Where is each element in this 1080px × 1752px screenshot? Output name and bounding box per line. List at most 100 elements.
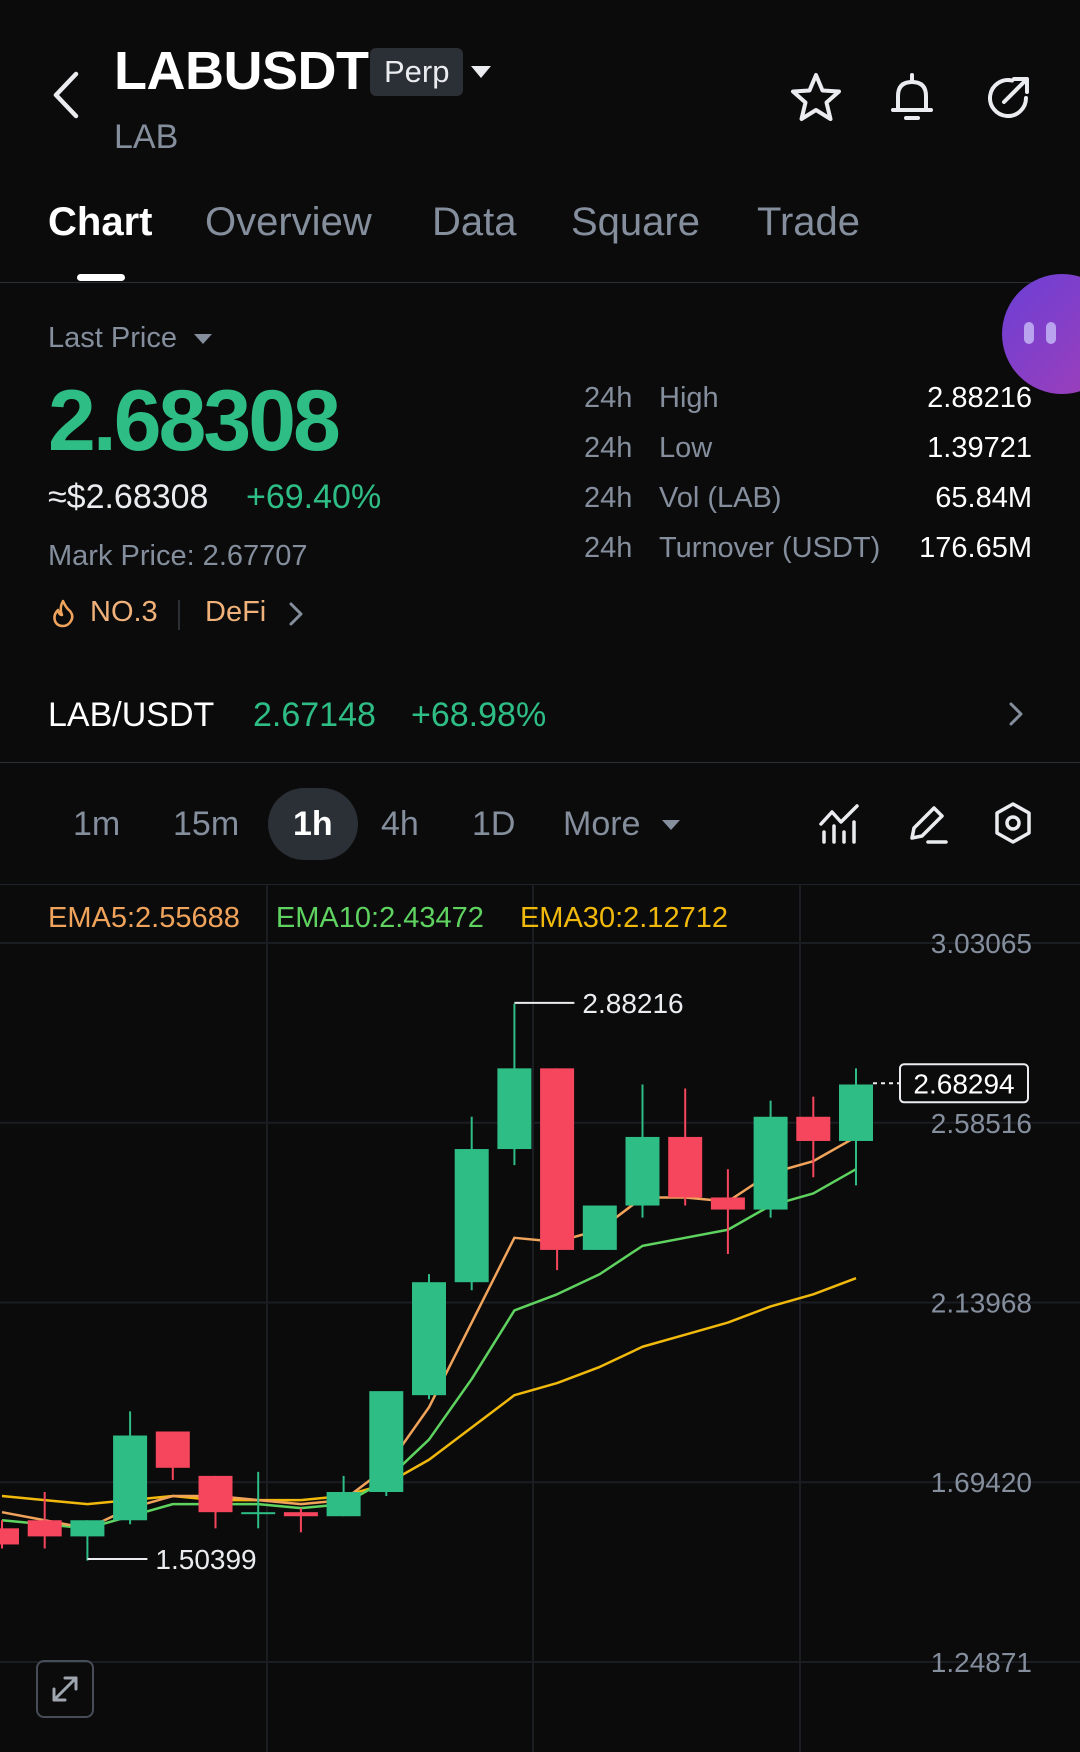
candle-body: [839, 1084, 873, 1141]
stat-label: Vol (LAB): [659, 482, 782, 514]
mark-price: Mark Price: 2.67707: [48, 540, 308, 572]
candle-body: [70, 1520, 105, 1537]
divider: [0, 762, 1080, 763]
caret-down-icon: [194, 334, 213, 345]
high-marker-label: 2.88216: [582, 988, 683, 1019]
stat-value: 2.88216: [927, 382, 1032, 414]
stat-label: High: [659, 382, 719, 414]
tab-chart[interactable]: Chart: [48, 200, 152, 245]
share-icon[interactable]: [980, 70, 1036, 126]
candle-body: [796, 1116, 831, 1141]
ema10-label: EMA10:2.43472: [275, 902, 484, 934]
ema-legend[interactable]: EMA5:2.55688 EMA10:2.43472 EMA30:2.12712: [48, 902, 728, 935]
chart-grid: [266, 885, 801, 1752]
stat-period: 24h: [584, 532, 633, 564]
ema30-label: EMA30:2.12712: [519, 902, 728, 934]
fullscreen-button[interactable]: [36, 1660, 94, 1718]
stat-row-low: 24h Low 1.39721: [584, 432, 1032, 472]
stat-value: 65.84M: [935, 482, 1032, 514]
pencil-icon[interactable]: [904, 800, 950, 846]
interval-1m[interactable]: 1m: [73, 805, 120, 844]
candle-body: [369, 1391, 404, 1493]
stat-row-volume: 24h Vol (LAB) 65.84M: [584, 482, 1032, 522]
interval-15m[interactable]: 15m: [173, 805, 239, 844]
candle-body: [412, 1282, 446, 1396]
candles: [0, 1003, 873, 1561]
price-type-label: Last Price: [48, 322, 177, 354]
candle-body: [625, 1136, 660, 1206]
y-tick-label: 1.24871: [931, 1647, 1032, 1678]
active-tab-indicator: [77, 274, 125, 281]
assistant-icon: [1024, 322, 1056, 344]
tab-overview[interactable]: Overview: [205, 200, 372, 245]
candle-body: [198, 1475, 233, 1513]
candle-body: [710, 1197, 745, 1210]
interval-4h[interactable]: 4h: [381, 805, 419, 844]
candle-body: [540, 1068, 575, 1250]
stat-row-high: 24h High 2.88216: [584, 382, 1032, 422]
rank-tag[interactable]: NO.3: [90, 596, 158, 629]
stat-period: 24h: [584, 482, 633, 514]
symbol-title[interactable]: LABUSDT: [114, 40, 369, 102]
candle-body: [155, 1431, 190, 1468]
y-axis: 3.03065 2.58516 2.13968 1.69420 1.24871: [931, 928, 1032, 1678]
candle-body: [113, 1435, 148, 1521]
stat-row-turnover: 24h Turnover (USDT) 176.65M: [584, 532, 1032, 572]
y-tick-label: 1.69420: [931, 1467, 1032, 1498]
tab-data[interactable]: Data: [432, 200, 517, 245]
usd-price: ≈$2.68308: [48, 478, 209, 516]
stat-label: Low: [659, 432, 713, 464]
fire-icon: [50, 598, 76, 633]
price-change-percent: +69.40%: [246, 478, 382, 516]
stat-value: 176.65M: [919, 532, 1032, 564]
y-tick-label: 2.13968: [931, 1288, 1032, 1319]
spot-price: 2.67148: [253, 696, 376, 734]
divider: [0, 282, 1080, 283]
candle-body: [497, 1068, 532, 1150]
interval-1d[interactable]: 1D: [472, 805, 515, 844]
sector-tag[interactable]: DeFi: [205, 596, 266, 629]
candle-body: [283, 1512, 318, 1517]
indicator-icon[interactable]: [817, 800, 863, 846]
settings-icon[interactable]: [990, 800, 1036, 846]
candle-body: [326, 1492, 361, 1517]
stat-period: 24h: [584, 382, 633, 414]
candle-body: [241, 1512, 276, 1515]
contract-type-badge[interactable]: Perp: [370, 48, 464, 96]
caret-down-icon[interactable]: [661, 818, 681, 837]
stat-label: Turnover (USDT): [659, 532, 881, 564]
expand-icon: [52, 1676, 78, 1702]
y-tick-label: 2.58516: [931, 1108, 1032, 1139]
candle-body: [454, 1149, 489, 1283]
candle-body: [668, 1136, 703, 1198]
candle-body: [27, 1520, 62, 1537]
symbol-dropdown-icon[interactable]: [470, 64, 492, 85]
current-price-label: 2.68294: [913, 1068, 1014, 1099]
y-tick-label: 3.03065: [931, 928, 1032, 959]
chevron-right-icon[interactable]: [288, 600, 304, 633]
assistant-bubble[interactable]: [1002, 274, 1080, 394]
tab-square[interactable]: Square: [571, 200, 700, 245]
chevron-right-icon[interactable]: [1008, 700, 1024, 733]
divider: [178, 600, 180, 630]
candle-body: [753, 1116, 788, 1210]
interval-1h[interactable]: 1h: [293, 805, 333, 844]
spot-change: +68.98%: [411, 696, 547, 734]
price-type-selector[interactable]: Last Price: [48, 322, 213, 355]
more-intervals-button[interactable]: More: [563, 805, 640, 844]
back-arrow-icon: [53, 71, 79, 119]
spot-pair-link[interactable]: LAB/USDT: [48, 696, 214, 735]
low-marker-label: 1.50399: [155, 1544, 256, 1575]
last-price: 2.68308: [48, 373, 341, 469]
base-asset-label: LAB: [114, 118, 179, 156]
back-button[interactable]: [48, 70, 88, 120]
candle-body: [582, 1205, 617, 1250]
stat-period: 24h: [584, 432, 633, 464]
ema5-label: EMA5:2.55688: [48, 902, 240, 934]
candlestick-chart[interactable]: 3.03065 2.58516 2.13968 1.69420 1.24871 2.88…: [0, 885, 1080, 1752]
star-icon[interactable]: [788, 70, 844, 126]
bell-icon[interactable]: [884, 70, 940, 126]
stat-value: 1.39721: [927, 432, 1032, 464]
tab-trade[interactable]: Trade: [757, 200, 860, 245]
candle-body: [0, 1528, 19, 1545]
